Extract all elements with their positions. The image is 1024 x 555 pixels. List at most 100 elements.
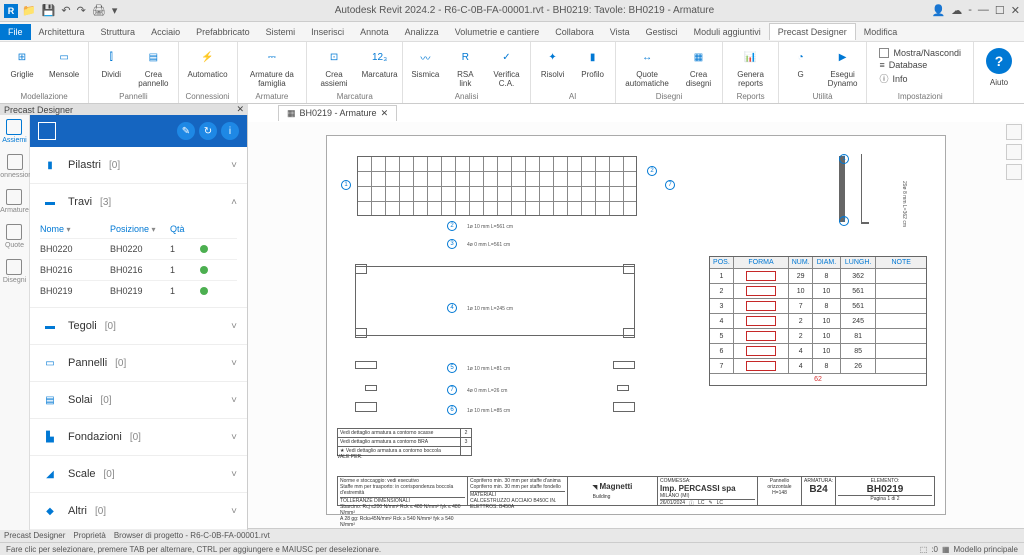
notes-box: Vedi dettaglio armatura a contorno scass… [337,428,472,456]
ribbon-rsa-link-button[interactable]: RRSA link [447,44,483,90]
rail-assiemi[interactable]: Assiemi [2,119,27,144]
ribbon-sismica-button[interactable]: 〰Sismica [407,44,443,81]
beam-row-BH0219[interactable]: BH0219BH02191 [40,280,237,301]
category-pilastri[interactable]: ▮Pilastri[0]˅ [30,147,247,183]
category-pannelli[interactable]: ▭Pannelli[0]˅ [30,345,247,381]
category-tegoli[interactable]: ▬Tegoli[0]˅ [30,308,247,344]
database-icon[interactable]: ≡ [879,60,884,70]
ribbon-armature-da-famiglia-button[interactable]: ⎓Armature da famiglia [242,44,303,90]
view-tab-close[interactable]: ✕ [381,108,389,119]
qat-undo-icon[interactable]: ↶ [61,4,70,17]
sheet-icon: ▦ [287,108,296,119]
tab-sistemi[interactable]: Sistemi [258,24,304,40]
user-icon[interactable]: 👤 [932,4,946,17]
tab-inserisci[interactable]: Inserisci [303,24,352,40]
view-tab-active[interactable]: ▦ BH0219 - Armature ✕ [278,105,397,121]
category-label: Pannelli [68,357,107,369]
status-hint: Fare clic per selezionare, premere TAB p… [6,545,381,554]
ribbon-esegui-dynamo-button[interactable]: ▶Esegui Dynamo [823,44,863,90]
tb-sb: Sbarcino: Rcj ≤200 N/mm² Rck ≤ 480 N/mm²… [340,504,465,516]
qat-open-icon[interactable]: 📁 [22,4,36,17]
toggle-show-hide[interactable] [879,48,889,58]
drawing-viewport[interactable]: 1 2 7 1ø 10 mm L=561 cm 2 4ø 0 mm L=561 … [248,122,1024,528]
ribbon-quote-automatiche-button[interactable]: ↔Quote automatiche [620,44,675,90]
footer-tab-proprieta[interactable]: Proprietà [73,531,105,540]
tab-moduli[interactable]: Moduli aggiuntivi [686,24,769,40]
tab-collabora[interactable]: Collabora [547,24,602,40]
tab-modifica[interactable]: Modifica [856,24,906,40]
qat-save-icon[interactable]: 💾 [42,4,56,17]
edit-button[interactable]: ✎ [177,122,195,140]
ribbon-g-button[interactable]: ◔G [783,44,819,81]
nav-cube-button[interactable] [1006,144,1022,160]
category-altri[interactable]: ◆Altri[0]˅ [30,493,247,529]
app-icon: R [4,4,18,18]
ribbon-genera-reports-button[interactable]: 📊Genera reports [727,44,773,90]
ribbon-dividi-button[interactable]: ⫿Dividi [93,44,129,81]
tab-vista[interactable]: Vista [602,24,638,40]
rail-armature[interactable]: Armature [0,189,29,214]
cloud-icon[interactable]: ☁ [951,4,962,17]
ribbon-crea-pannello-button[interactable]: ▤Crea pannello [133,44,173,90]
rail-quote[interactable]: Quote [5,224,24,249]
hyphen-icon[interactable]: - [968,4,972,17]
td-num: 7 [789,299,813,313]
info-button[interactable]: i [221,122,239,140]
ribbon-label: Verifica C.A. [492,70,520,88]
beam-row-BH0216[interactable]: BH0216BH02161 [40,259,237,280]
tab-prefabbricato[interactable]: Prefabbricato [188,24,258,40]
tab-analizza[interactable]: Analizza [397,24,447,40]
qat-print-icon[interactable]: 🖨 [92,4,106,17]
note-1: Vedi dettaglio armatura a contorno scass… [338,429,461,437]
category-travi[interactable]: ▬Travi[3]˄ [30,184,247,220]
maximize-button[interactable]: ☐ [995,4,1005,17]
nav-home-button[interactable] [1006,124,1022,140]
tab-volumetrie[interactable]: Volumetrie e cantiere [447,24,548,40]
status-icon[interactable]: ⬚ [920,545,928,554]
td-note [876,329,926,343]
ribbon-profilo-button[interactable]: ▮Profilo [575,44,611,81]
view-controls [1006,124,1022,180]
beam-row-BH0220[interactable]: BH0220BH02201 [40,238,237,259]
ribbon-risolvi-button[interactable]: ✦Risolvi [535,44,571,81]
nav-wheel-button[interactable] [1006,164,1022,180]
rail-disegni[interactable]: Disegni [3,259,26,284]
tab-precast-designer[interactable]: Precast Designer [769,23,856,40]
tab-struttura[interactable]: Struttura [93,24,144,40]
category-icon: ▬ [40,192,60,212]
category-fondazioni[interactable]: ▙Fondazioni[0]˅ [30,419,247,455]
ribbon-griglie-button[interactable]: ⊞Griglie [4,44,40,81]
ribbon-verifica-c-a--button[interactable]: ✓Verifica C.A. [487,44,525,90]
panel-close-button[interactable]: ✕ [236,104,244,115]
category-scale[interactable]: ◢Scale[0]˅ [30,456,247,492]
qat-redo-icon[interactable]: ↷ [77,4,86,17]
ribbon-label: Genera reports [732,70,768,88]
tab-file[interactable]: File [0,24,31,40]
status-model-icon[interactable]: ▦ [942,545,950,554]
designer-logo-icon [38,122,56,140]
refresh-button[interactable]: ↻ [199,122,217,140]
tab-annota[interactable]: Annota [352,24,397,40]
category-solai[interactable]: ▤Solai[0]˅ [30,382,247,418]
tab-architettura[interactable]: Architettura [31,24,93,40]
ribbon-automatico-button[interactable]: ⚡Automatico [183,44,233,81]
close-button[interactable]: ✕ [1011,4,1020,17]
ribbon-mensole-button[interactable]: ▭Mensole [44,44,84,81]
row-name: BH0220 [40,244,110,254]
ribbon-crea-assiemi-button[interactable]: ⊡Crea assiemi [311,44,357,90]
ribbon-crea-disegni-button[interactable]: ▦Crea disegni [679,44,719,90]
info-icon[interactable]: ⓘ [879,72,888,85]
row-qty: 1 [170,265,200,275]
rail-connessioni[interactable]: Connessioni [0,154,34,179]
ribbon-marcatura-button[interactable]: 12₃Marcatura [361,44,399,81]
help-button[interactable]: ? [986,48,1012,74]
td-num: 4 [789,359,813,373]
tb-page: Pagina 1 di 2 [838,495,932,502]
detail-bl [355,328,367,338]
tab-acciaio[interactable]: Acciaio [143,24,188,40]
footer-tab-browser[interactable]: Browser di progetto - R6-C-0B-FA-00001.r… [114,531,270,540]
row-pos: BH0216 [110,265,170,275]
tab-gestisci[interactable]: Gestisci [638,24,686,40]
footer-tab-precast[interactable]: Precast Designer [4,531,65,540]
minimize-button[interactable]: — [978,4,989,17]
